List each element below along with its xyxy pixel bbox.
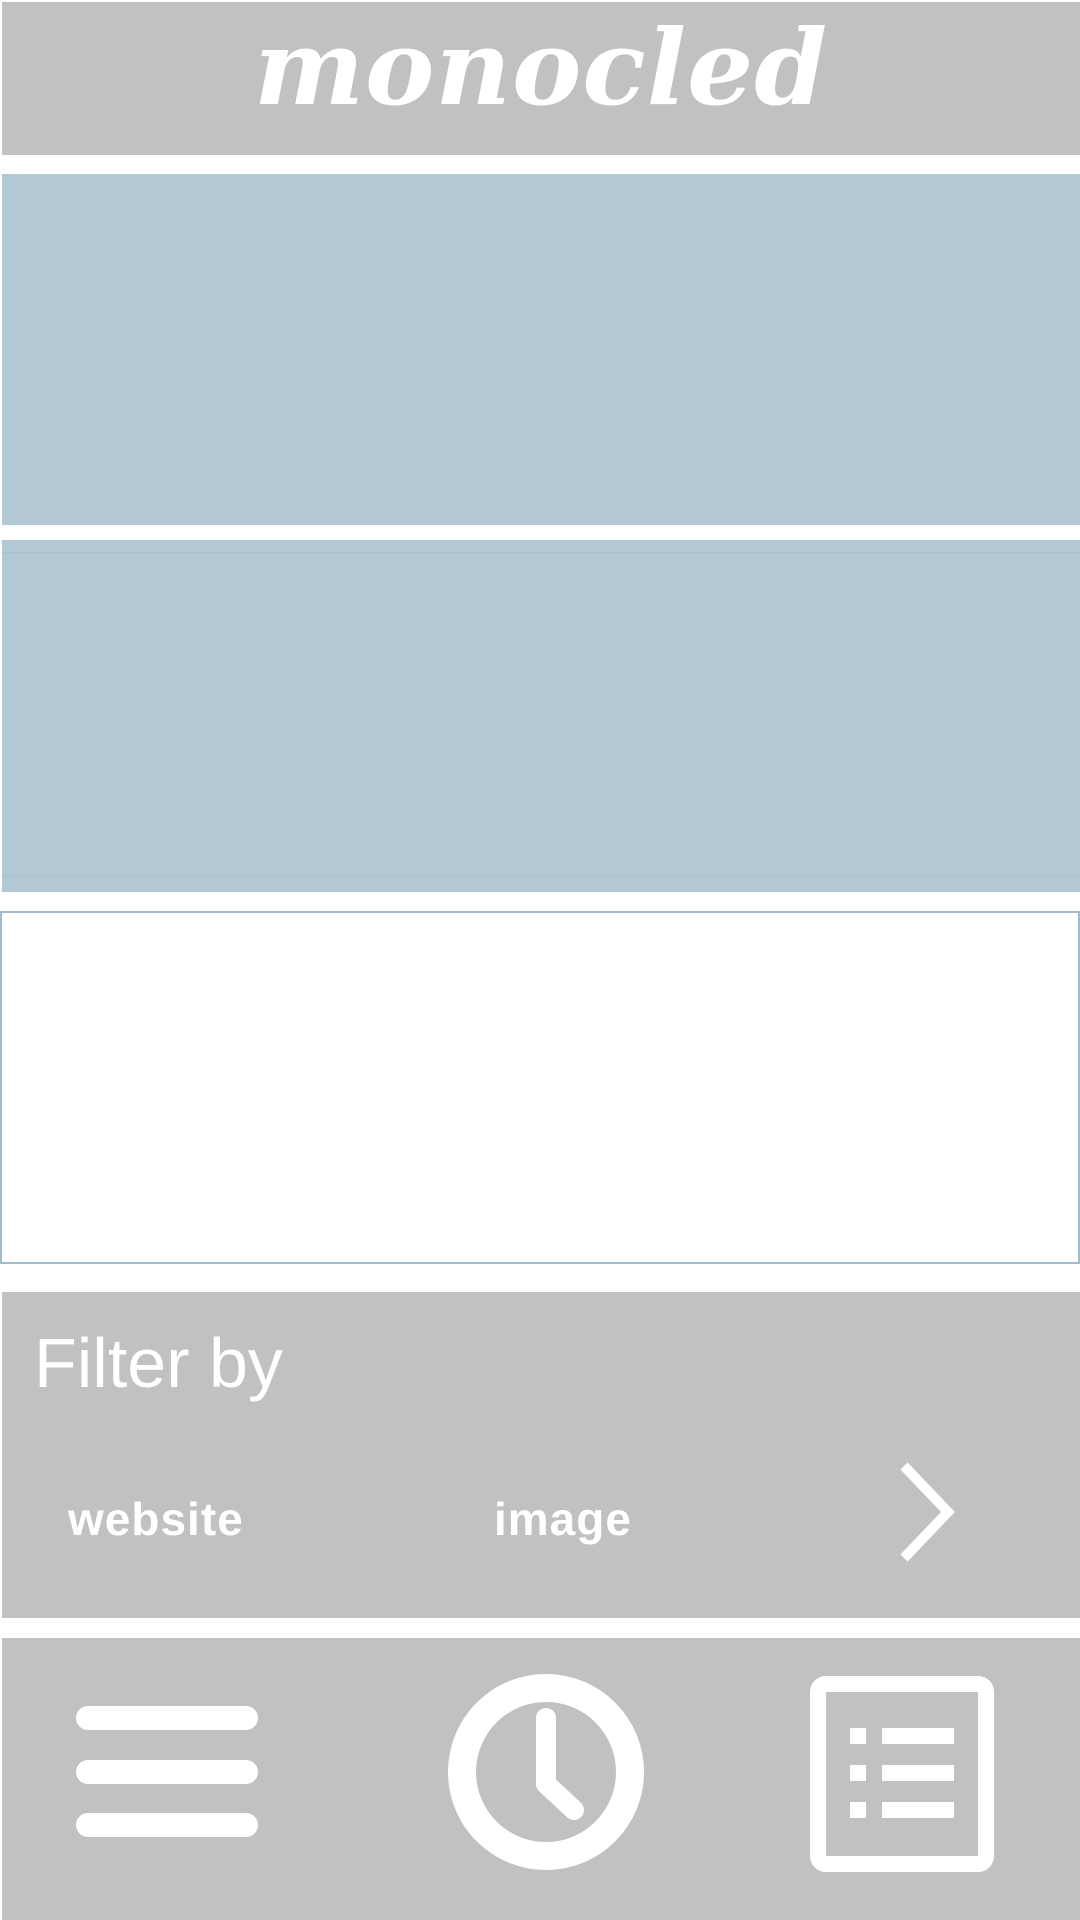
filter-option-website[interactable]: website bbox=[68, 1496, 244, 1542]
filter-title: Filter by bbox=[34, 1324, 283, 1402]
list-icon[interactable] bbox=[810, 1676, 994, 1872]
content-card-1[interactable] bbox=[2, 174, 1080, 525]
app-header: monocled bbox=[2, 2, 1080, 155]
filter-option-image[interactable]: image bbox=[494, 1496, 632, 1542]
filter-panel: Filter by website image bbox=[2, 1292, 1080, 1618]
content-card-3[interactable] bbox=[0, 911, 1080, 1264]
app-logo: monocled bbox=[253, 5, 829, 129]
card-inner-frame bbox=[2, 552, 1080, 876]
menu-icon[interactable] bbox=[76, 1704, 258, 1844]
bottom-nav-bar bbox=[2, 1638, 1080, 1920]
content-card-2[interactable] bbox=[2, 540, 1080, 892]
clock-icon[interactable] bbox=[446, 1672, 646, 1872]
chevron-right-icon[interactable] bbox=[892, 1462, 962, 1562]
